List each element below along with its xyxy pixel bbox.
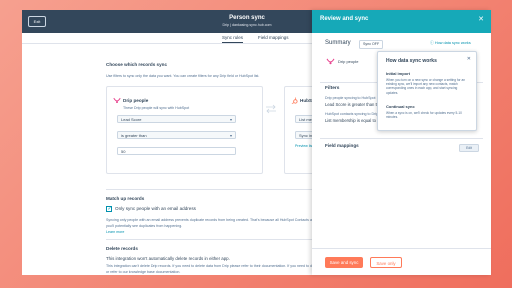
drip-logo-icon	[113, 97, 121, 104]
tab-field-mappings[interactable]: Field mappings	[258, 35, 289, 40]
match-description-2: you'll potentially see duplicates from h…	[106, 224, 183, 228]
filter-summary-2: Lead Score is greater than 50	[325, 102, 381, 107]
drip-operator-value: is greater than	[121, 133, 147, 138]
delete-description: This integration won't automatically del…	[106, 256, 230, 261]
continual-sync-text: When a sync is on, we'll check for updat…	[386, 111, 462, 120]
continual-sync-heading: Continual sync	[386, 104, 415, 109]
initial-import-heading: Initial import	[386, 71, 410, 76]
delete-description-2: This integration can't delete Drip recor…	[106, 264, 337, 268]
popover-title: How data sync works	[386, 58, 437, 64]
sync-arrows-icon	[266, 104, 276, 114]
drip-operator-select[interactable]: is greater than ▾	[117, 131, 236, 139]
summary-label: Summary	[325, 40, 351, 46]
records-heading: Choose which records sync	[106, 62, 168, 67]
edit-field-mappings-button[interactable]: Edit	[459, 144, 479, 152]
page-title: Person sync	[229, 15, 265, 21]
divider	[106, 189, 336, 190]
panel-drip-label: Drip people	[338, 59, 359, 64]
drip-filter-card: Drip people These Drip people will sync …	[106, 86, 263, 174]
save-only-button[interactable]: Save only	[370, 257, 402, 268]
divider	[320, 138, 483, 139]
match-heading: Match up records	[106, 196, 145, 201]
match-learn-more-link[interactable]: Learn more	[106, 230, 124, 234]
filters-heading: Filters	[325, 86, 340, 91]
delete-heading: Delete records	[106, 246, 138, 251]
hubspot-logo-icon	[291, 97, 298, 104]
drip-field-select[interactable]: Lead Score ▾	[117, 115, 236, 123]
how-data-sync-label: How data sync works	[434, 41, 471, 45]
sync-status-badge: Sync OFF	[359, 40, 384, 49]
records-description: Use filters to sync only the data you wa…	[106, 74, 260, 78]
footer-divider	[312, 248, 491, 249]
chevron-down-icon: ▾	[229, 117, 232, 122]
field-mappings-heading: Field mappings	[325, 143, 359, 148]
email-only-label: Only sync people with an email address	[115, 206, 196, 211]
drip-card-title: Drip people	[123, 98, 149, 103]
drip-value-input[interactable]: 50	[117, 147, 236, 155]
close-icon[interactable]: ✕	[467, 56, 471, 62]
how-data-sync-works-link[interactable]: ⓘ How data sync works	[430, 41, 471, 46]
initial-import-text: When you turn on a new sync or change a …	[386, 78, 466, 95]
email-only-checkbox[interactable]: ✓	[106, 206, 112, 212]
delete-description-3: or refer to our knowledge base documenta…	[106, 270, 181, 274]
close-icon[interactable]: ✕	[478, 15, 484, 23]
page-subtitle: Drip | dankasing.sync.hub.com	[222, 23, 272, 27]
match-description: Syncing only people with an email addres…	[106, 218, 316, 222]
review-sync-panel: Review and sync ✕ Summary Sync OFF ⓘ How…	[312, 10, 491, 275]
save-and-sync-button[interactable]: Save and sync	[325, 257, 363, 268]
check-icon: ✓	[107, 205, 112, 212]
drip-field-value: Lead Score	[121, 117, 142, 122]
panel-title: Review and sync	[320, 16, 369, 22]
chevron-down-icon: ▾	[229, 133, 232, 138]
filter-summary-1: Drip people syncing to HubSpot	[325, 96, 376, 100]
divider	[106, 239, 336, 240]
filter-summary-4: List membership is equal to	[325, 118, 376, 123]
panel-header: Review and sync ✕	[312, 10, 491, 33]
exit-button[interactable]: Exit	[28, 16, 46, 27]
filter-summary-3: HubSpot contacts syncing to Drip	[325, 112, 379, 116]
tab-sync-rules[interactable]: Sync rules	[222, 35, 244, 43]
drip-logo-icon	[326, 58, 335, 65]
how-sync-works-popover: How data sync works ✕ Initial import Whe…	[377, 51, 477, 131]
drip-card-desc: These Drip people will sync with HubSpot	[123, 106, 190, 110]
